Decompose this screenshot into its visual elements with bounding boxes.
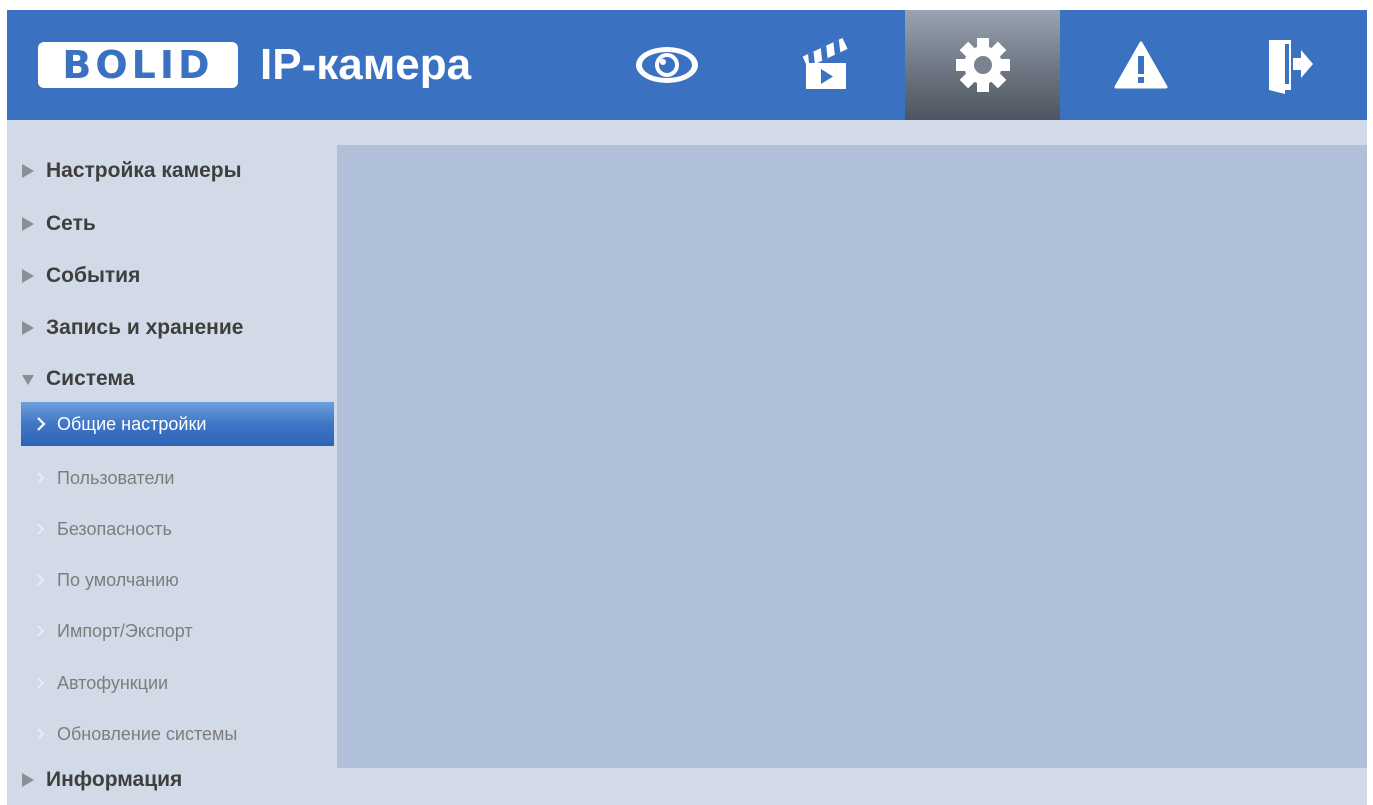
product-name: IP-камера xyxy=(260,40,472,89)
sidebar-item-auto-functions[interactable]: Автофункции xyxy=(21,663,334,703)
triangle-right-icon xyxy=(22,269,34,283)
chevron-right-icon xyxy=(34,572,48,588)
triangle-right-icon xyxy=(22,773,34,787)
sidebar-section-label: Сеть xyxy=(46,212,96,235)
sidebar-section-events[interactable]: События xyxy=(7,256,337,296)
tab-settings[interactable] xyxy=(905,10,1060,120)
chevron-right-icon xyxy=(34,521,48,537)
sidebar-item-label: Общие настройки xyxy=(57,413,207,434)
sidebar-menu: Настройка камеры Сеть События Запись и х… xyxy=(7,145,337,805)
sidebar-item-security[interactable]: Безопасность xyxy=(21,509,334,549)
gear-icon xyxy=(953,35,1013,95)
chevron-right-icon xyxy=(34,726,48,742)
chevron-right-icon xyxy=(34,675,48,691)
sidebar-section-network[interactable]: Сеть xyxy=(7,204,337,244)
sidebar-section-label: Информация xyxy=(46,768,183,791)
sidebar-item-label: Обновление системы xyxy=(57,723,238,744)
eye-icon xyxy=(632,42,702,88)
sidebar-section-information[interactable]: Информация xyxy=(7,760,337,800)
brand-logo: BOLID IP-камера xyxy=(38,40,471,90)
sidebar-section-recording-storage[interactable]: Запись и хранение xyxy=(7,308,337,348)
logo-text: BOLID xyxy=(62,43,214,87)
sidebar-item-users[interactable]: Пользователи xyxy=(21,458,334,498)
top-header: BOLID IP-камера xyxy=(7,10,1367,120)
tab-alarm[interactable] xyxy=(1063,10,1218,120)
sidebar-section-label: Система xyxy=(46,367,135,390)
sidebar-section-system[interactable]: Система xyxy=(7,359,337,399)
content-footer-bar xyxy=(337,768,1367,805)
tab-logout[interactable] xyxy=(1212,10,1367,120)
triangle-right-icon xyxy=(22,321,34,335)
sidebar-section-camera-settings[interactable]: Настройка камеры xyxy=(7,151,337,191)
warning-icon xyxy=(1113,40,1169,90)
sidebar-item-label: Безопасность xyxy=(57,518,172,539)
tab-playback[interactable] xyxy=(747,10,902,120)
tab-live-view[interactable] xyxy=(589,10,744,120)
sidebar-item-import-export[interactable]: Импорт/Экспорт xyxy=(21,611,334,651)
bolid-logo: BOLID xyxy=(38,42,238,88)
sidebar-item-label: Импорт/Экспорт xyxy=(57,620,193,641)
chevron-right-icon xyxy=(34,623,48,639)
triangle-down-icon xyxy=(22,372,34,386)
sub-header-bar xyxy=(7,120,1367,145)
chevron-right-icon xyxy=(34,470,48,486)
logout-icon xyxy=(1265,36,1315,94)
sidebar-item-system-update[interactable]: Обновление системы xyxy=(21,714,334,754)
sidebar-item-label: По умолчанию xyxy=(57,569,179,590)
sidebar-item-defaults[interactable]: По умолчанию xyxy=(21,560,334,600)
triangle-right-icon xyxy=(22,164,34,178)
app-window: BOLID IP-камера Настройка камеры Сеть Со… xyxy=(0,0,1373,805)
triangle-right-icon xyxy=(22,217,34,231)
sidebar-item-label: Автофункции xyxy=(57,672,169,693)
sidebar-section-label: События xyxy=(46,264,141,287)
clapperboard-icon xyxy=(800,37,850,93)
sidebar-item-label: Пользователи xyxy=(57,467,175,488)
sidebar-section-label: Настройка камеры xyxy=(46,159,242,182)
content-panel xyxy=(337,145,1367,768)
chevron-right-icon xyxy=(34,416,48,432)
sidebar-section-label: Запись и хранение xyxy=(46,316,244,339)
sidebar-item-general-settings[interactable]: Общие настройки xyxy=(21,402,334,446)
